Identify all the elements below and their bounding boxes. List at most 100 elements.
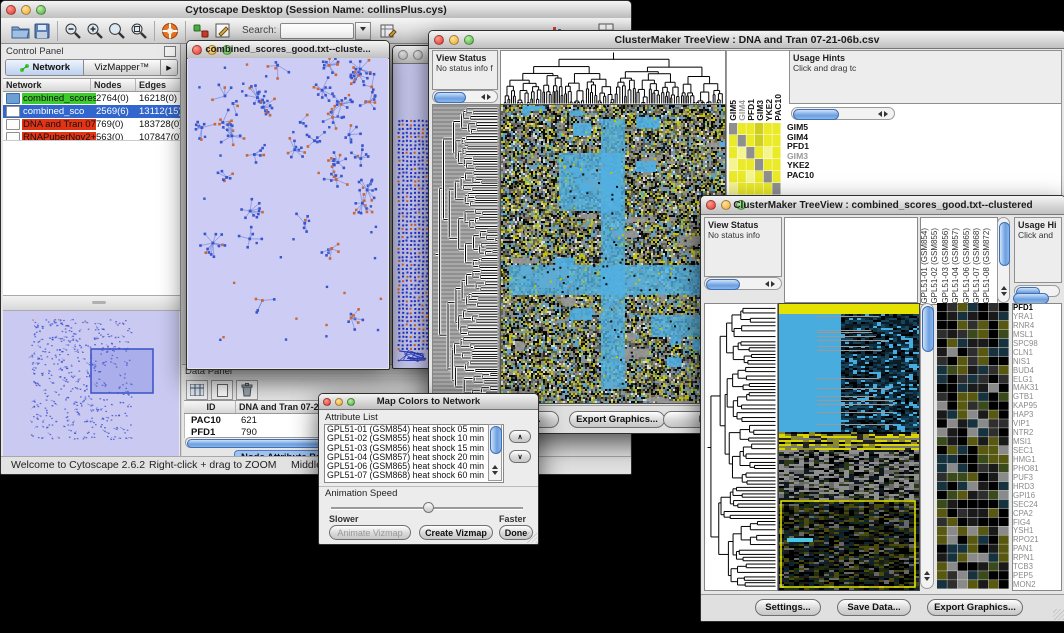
annotation-icon[interactable] [212,20,234,42]
minimize-button[interactable] [413,50,423,60]
tv1-zoom-heatmap[interactable] [729,123,781,195]
main-titlebar[interactable]: Cytoscape Desktop (Session Name: collins… [1,1,631,19]
network-table-row[interactable]: combined_sco2569(6)13112(15) [3,105,180,118]
tv2-view-status-panel: View Status No status info [704,217,782,277]
status-zoom-hint: Right-click + drag to ZOOM [149,459,277,471]
attribute-listbox[interactable]: GPL51-01 (GSM854) heat shock 05 minGPL51… [324,424,504,483]
splitter-handle-icon [92,301,106,304]
dp-column-id[interactable]: ID [184,401,236,413]
search-input[interactable] [280,23,354,39]
network-table-row[interactable]: DNA and Tran 07769(0)183728(0) [3,118,180,131]
panel-splitter[interactable] [3,295,180,311]
scroll-right-icon[interactable] [771,281,778,287]
tv1-row-dendrogram[interactable] [432,104,500,404]
scroll-up-icon[interactable] [492,462,498,469]
tv1-usage-scrollbar[interactable] [791,107,895,120]
new-attribute-icon[interactable] [211,380,233,400]
tv1-usage-hints-text: Click and drag tc [790,63,1061,73]
tv2-export-graphics-button[interactable]: Export Graphics... [927,599,1023,616]
network-table-rows: combined_scores2764(0)16218(0)combined_s… [3,92,180,144]
network-window-1: combined_scores_good.txt--cluste... [186,40,390,370]
node-value: 790 [241,427,257,438]
tv1-export-graphics-button[interactable]: Export Graphics... [569,411,665,428]
status-welcome: Welcome to Cytoscape 2.6.2 [11,459,145,471]
tv1-status-scrollbar[interactable] [432,90,498,103]
tab-vizmapper[interactable]: VizMapper™ [84,60,162,75]
tv2-labels-scrollbar[interactable] [997,217,1010,303]
tv1-column-dendrogram[interactable] [500,50,726,105]
tv2-row-dendrogram[interactable] [704,303,778,591]
tv2-status-scrollbar[interactable] [704,277,782,290]
close-button[interactable] [398,50,408,60]
tv2-save-data-button[interactable]: Save Data... [837,599,911,616]
scroll-up-icon[interactable] [924,568,930,575]
zoom-fit-icon[interactable] [106,20,128,42]
attribute-list-scrollbar[interactable] [488,424,502,481]
tv2-zoom-heatmap[interactable] [937,303,1009,589]
table-edit-icon[interactable] [377,20,399,42]
scroll-down-icon[interactable] [492,471,498,478]
scroll-left-icon[interactable] [762,281,769,287]
scroll-left-icon[interactable] [478,94,485,100]
network2-view[interactable] [393,64,431,367]
scroll-right-icon[interactable] [487,94,494,100]
tv2-heatmap[interactable] [778,303,920,591]
faster-label: Faster [499,514,526,524]
tab-network[interactable]: Network [6,60,84,75]
resize-grip-icon[interactable] [1053,609,1064,620]
scroll-right-icon[interactable] [884,111,891,117]
control-panel: Control Panel Network VizMapper™ ▶ Netwo… [3,44,181,457]
create-vizmap-button[interactable]: Create Vizmap [419,525,493,540]
zoom-out-icon[interactable] [62,20,84,42]
birdseye-view[interactable] [3,311,179,457]
tv1-heatmap[interactable] [500,104,726,404]
toolbar-separator [57,21,58,41]
column-header-edges[interactable]: Edges [136,79,180,91]
tv1-view-status-text: No status info f [433,63,497,73]
network-nodes-icon[interactable] [190,20,212,42]
treeview1-title: ClusterMaker TreeView : DNA and Tran 07-… [429,34,1064,46]
attribute-list-item[interactable]: GPL51-07 (GSM868) heat shock 60 min [325,471,503,480]
move-down-button[interactable]: ∨ [509,450,531,463]
delete-attribute-icon[interactable] [236,380,258,400]
attribute-list-label: Attribute List [325,412,378,423]
scroll-down-icon[interactable] [1001,292,1007,299]
network-table-row[interactable]: combined_scores2764(0)16218(0) [3,92,180,105]
column-header-network[interactable]: Network [3,79,91,91]
scroll-up-icon[interactable] [1001,283,1007,290]
zoom-in-icon[interactable] [84,20,106,42]
tv1-column-label: PAC10 [774,94,783,121]
treeview2-titlebar[interactable]: ClusterMaker TreeView : combined_scores_… [701,196,1064,215]
slower-label: Slower [329,514,359,524]
animate-vizmap-button[interactable]: Animate Vizmap [329,525,411,540]
desktop: Cytoscape Desktop (Session Name: collins… [0,0,1064,633]
chevron-down-icon [360,27,366,34]
zoom-selected-icon[interactable] [128,20,150,42]
resize-grip-icon[interactable] [526,532,537,543]
slider-thumb[interactable] [423,502,434,513]
network-tree-empty [3,140,180,297]
network-name: combined_scores [22,93,96,104]
column-header-nodes[interactable]: Nodes [91,79,136,91]
tv2-column-dendrogram-area[interactable] [784,217,918,303]
scroll-down-icon[interactable] [924,577,930,584]
network1-view[interactable] [188,58,388,368]
move-up-button[interactable]: ∧ [509,430,531,443]
animation-speed-slider[interactable] [331,502,523,514]
search-dropdown-button[interactable] [355,22,371,40]
network-nodes-count: 2764(0) [96,93,139,104]
scroll-left-icon[interactable] [875,111,882,117]
dialog-titlebar[interactable]: Map Colors to Network [319,394,538,410]
help-lifesaver-icon[interactable] [159,20,181,42]
float-panel-icon[interactable] [164,46,176,57]
attribute-table-icon[interactable] [186,380,208,400]
tv2-heat-vscrollbar[interactable] [920,303,934,589]
tv2-gene-labels: PFD1YRA1RNR4MSL1SPC98CLN1NIS1BUD4ELG1MAK… [1012,303,1062,591]
tab-more-button[interactable]: ▶ [161,60,177,75]
network1-title: combined_scores_good.txt--cluste... [187,44,389,55]
open-file-icon[interactable] [9,20,31,42]
treeview1-titlebar[interactable]: ClusterMaker TreeView : DNA and Tran 07-… [429,31,1064,49]
network1-titlebar[interactable]: combined_scores_good.txt--cluste... [187,41,389,59]
tv2-settings-button[interactable]: Settings... [755,599,821,616]
save-icon[interactable] [31,20,53,42]
